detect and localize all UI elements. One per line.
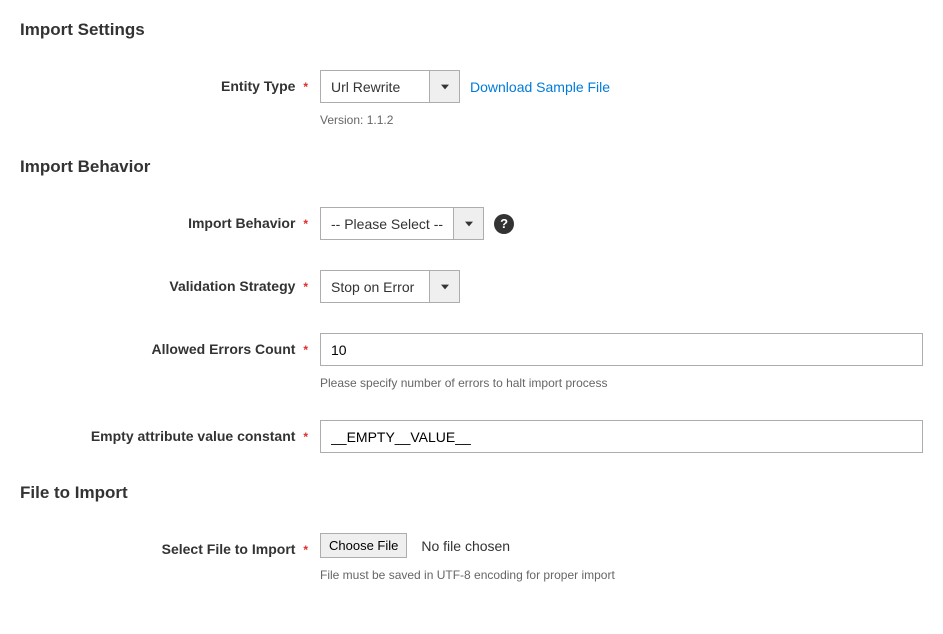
allowed-errors-note: Please specify number of errors to halt … (320, 376, 923, 390)
required-mark: * (303, 430, 308, 444)
chevron-down-icon (429, 71, 459, 102)
select-file-label: Select File to Import * (20, 533, 320, 557)
entity-type-label: Entity Type * (20, 70, 320, 94)
import-behavior-field: Import Behavior * -- Please Select -- ? (20, 207, 923, 240)
validation-strategy-label: Validation Strategy * (20, 270, 320, 294)
allowed-errors-label-text: Allowed Errors Count (152, 341, 296, 357)
import-behavior-section: Import Behavior Import Behavior * -- Ple… (20, 157, 923, 453)
empty-attribute-input[interactable] (320, 420, 923, 453)
version-text: Version: 1.1.2 (320, 113, 923, 127)
select-file-control: Choose File No file chosen File must be … (320, 533, 923, 582)
file-status: No file chosen (421, 538, 510, 554)
import-behavior-inline: -- Please Select -- ? (320, 207, 923, 240)
validation-strategy-field: Validation Strategy * Stop on Error (20, 270, 923, 303)
import-behavior-label-text: Import Behavior (188, 215, 295, 231)
validation-strategy-value: Stop on Error (321, 271, 429, 302)
empty-attribute-field: Empty attribute value constant * (20, 420, 923, 453)
required-mark: * (303, 280, 308, 294)
allowed-errors-label: Allowed Errors Count * (20, 333, 320, 357)
import-behavior-label: Import Behavior * (20, 207, 320, 231)
validation-strategy-control: Stop on Error (320, 270, 923, 303)
help-icon[interactable]: ? (494, 214, 514, 234)
chevron-down-icon (429, 271, 459, 302)
required-mark: * (303, 217, 308, 231)
entity-type-field: Entity Type * Url Rewrite Download Sampl… (20, 70, 923, 127)
import-settings-title: Import Settings (20, 20, 923, 40)
empty-attribute-label: Empty attribute value constant * (20, 420, 320, 444)
select-file-field: Select File to Import * Choose File No f… (20, 533, 923, 582)
entity-type-inline: Url Rewrite Download Sample File (320, 70, 923, 103)
allowed-errors-field: Allowed Errors Count * Please specify nu… (20, 333, 923, 390)
allowed-errors-input[interactable] (320, 333, 923, 366)
select-file-note: File must be saved in UTF-8 encoding for… (320, 568, 923, 582)
file-to-import-title: File to Import (20, 483, 923, 503)
file-to-import-section: File to Import Select File to Import * C… (20, 483, 923, 582)
empty-attribute-control (320, 420, 923, 453)
required-mark: * (303, 343, 308, 357)
import-behavior-value: -- Please Select -- (321, 208, 453, 239)
empty-attribute-label-text: Empty attribute value constant (91, 428, 296, 444)
select-file-label-text: Select File to Import (162, 541, 296, 557)
import-settings-section: Import Settings Entity Type * Url Rewrit… (20, 20, 923, 127)
import-behavior-control: -- Please Select -- ? (320, 207, 923, 240)
import-behavior-select[interactable]: -- Please Select -- (320, 207, 484, 240)
validation-strategy-select[interactable]: Stop on Error (320, 270, 460, 303)
allowed-errors-control: Please specify number of errors to halt … (320, 333, 923, 390)
validation-strategy-label-text: Validation Strategy (169, 278, 295, 294)
required-mark: * (303, 80, 308, 94)
import-behavior-title: Import Behavior (20, 157, 923, 177)
download-sample-link[interactable]: Download Sample File (470, 79, 610, 95)
select-file-inline: Choose File No file chosen (320, 533, 923, 558)
entity-type-control: Url Rewrite Download Sample File Version… (320, 70, 923, 127)
entity-type-select[interactable]: Url Rewrite (320, 70, 460, 103)
required-mark: * (303, 543, 308, 557)
validation-strategy-inline: Stop on Error (320, 270, 923, 303)
chevron-down-icon (453, 208, 483, 239)
entity-type-value: Url Rewrite (321, 71, 429, 102)
entity-type-label-text: Entity Type (221, 78, 295, 94)
choose-file-button[interactable]: Choose File (320, 533, 407, 558)
